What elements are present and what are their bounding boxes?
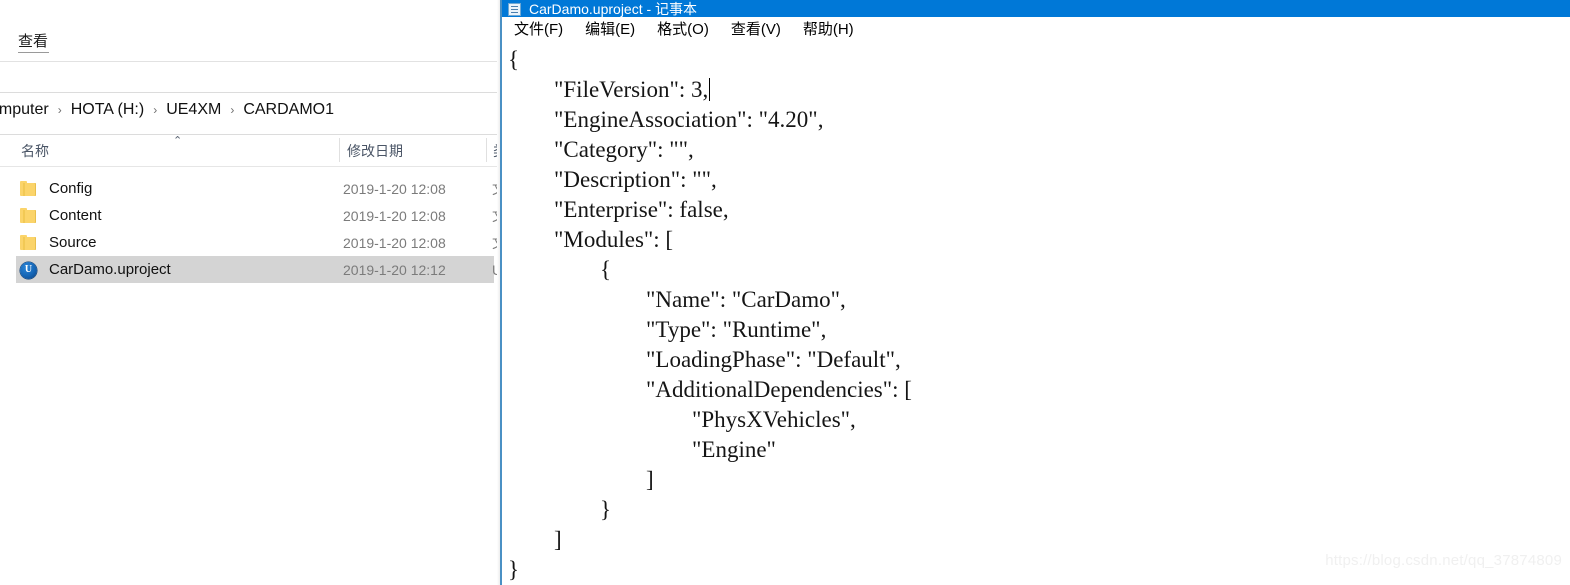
notepad-text-area[interactable]: { "FileVersion": 3, "EngineAssociation":…	[502, 43, 1570, 585]
file-list: Config 2019-1-20 12:08 文 Content 2019-1-…	[0, 175, 500, 283]
notepad-title-bar[interactable]: CarDamo.uproject - 记事本	[502, 0, 1570, 17]
table-row[interactable]: Content 2019-1-20 12:08 文	[0, 202, 500, 229]
folder-icon	[20, 207, 37, 224]
unreal-engine-icon: U	[20, 261, 37, 279]
column-header-name[interactable]: 名称	[21, 141, 49, 161]
breadcrumb-item-computer[interactable]: omputer	[0, 100, 49, 120]
file-date-modified: 2019-1-20 12:08	[343, 234, 446, 251]
watermark: https://blog.csdn.net/qq_37874809	[1325, 552, 1562, 569]
ribbon-tab-active-underline	[18, 52, 49, 53]
ribbon-tab-view[interactable]: 查看	[0, 30, 54, 52]
notepad-icon	[507, 2, 523, 16]
menu-format[interactable]: 格式(O)	[657, 21, 709, 39]
window-title: CarDamo.uproject - 记事本	[529, 1, 698, 17]
column-header-row: 名称 ⌃ 修改日期 类	[0, 135, 500, 166]
text-caret	[709, 78, 711, 101]
breadcrumb-item-ue4xm[interactable]: UE4XM	[166, 100, 221, 120]
notepad-text-after-caret: "EngineAssociation": "4.20", "Category":…	[508, 107, 912, 582]
notepad-text-before-caret: { "FileVersion": 3,	[508, 47, 709, 102]
chevron-right-icon: ›	[57, 102, 62, 117]
chevron-right-icon: ›	[153, 102, 158, 117]
folder-icon	[20, 234, 37, 251]
menu-edit[interactable]: 编辑(E)	[585, 21, 635, 39]
ribbon-tab-strip: 查看	[0, 30, 500, 61]
file-date-modified: 2019-1-20 12:08	[343, 180, 446, 197]
ribbon-divider	[0, 61, 500, 62]
file-name: Content	[49, 207, 102, 224]
column-divider[interactable]	[486, 138, 487, 162]
file-date-modified: 2019-1-20 12:12	[343, 261, 446, 278]
folder-icon	[20, 180, 37, 197]
column-header-date-modified[interactable]: 修改日期	[347, 141, 403, 161]
table-row[interactable]: Config 2019-1-20 12:08 文	[0, 175, 500, 202]
file-date-modified: 2019-1-20 12:08	[343, 207, 446, 224]
file-name: Source	[49, 234, 97, 251]
sort-ascending-icon: ⌃	[173, 135, 183, 147]
menu-file[interactable]: 文件(F)	[514, 21, 563, 39]
table-row[interactable]: U CarDamo.uproject 2019-1-20 12:12 U	[16, 256, 500, 283]
file-explorer-window: 查看 omputer › HOTA (H:) › UE4XM › CARDAMO…	[0, 0, 500, 585]
column-divider[interactable]	[339, 138, 340, 162]
breadcrumb-item-drive[interactable]: HOTA (H:)	[71, 100, 144, 120]
file-name: Config	[49, 180, 93, 197]
table-row[interactable]: Source 2019-1-20 12:08 文	[0, 229, 500, 256]
notepad-menu-bar: 文件(F) 编辑(E) 格式(O) 查看(V) 帮助(H)	[502, 17, 1570, 43]
chevron-right-icon: ›	[230, 102, 235, 117]
column-header-bottom-divider	[0, 166, 500, 167]
notepad-window: CarDamo.uproject - 记事本 文件(F) 编辑(E) 格式(O)…	[500, 0, 1570, 585]
menu-help[interactable]: 帮助(H)	[803, 21, 854, 39]
breadcrumb[interactable]: omputer › HOTA (H:) › UE4XM › CARDAMO1	[0, 93, 500, 126]
file-name: CarDamo.uproject	[49, 261, 171, 278]
menu-view[interactable]: 查看(V)	[731, 21, 781, 39]
breadcrumb-item-cardamo1[interactable]: CARDAMO1	[243, 100, 334, 120]
